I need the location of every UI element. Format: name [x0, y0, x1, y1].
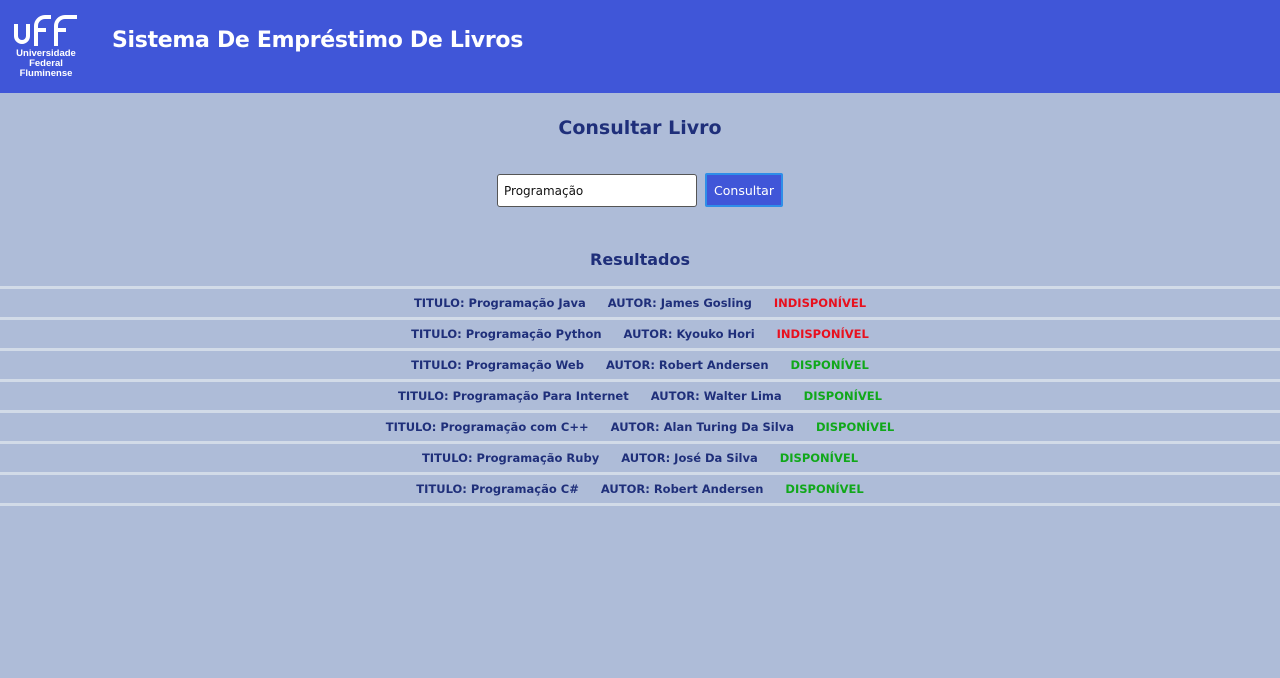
- result-row: TITULO: Programação Java AUTOR: James Gos…: [0, 286, 1280, 317]
- result-title: TITULO: Programação Python: [411, 327, 602, 341]
- result-row: TITULO: Programação Para Internet AUTOR: …: [0, 379, 1280, 410]
- logo-line-fluminense: Fluminense: [19, 68, 73, 79]
- result-author: AUTOR: James Gosling: [607, 296, 752, 310]
- result-row: TITULO: Programação Ruby AUTOR: José Da S…: [0, 441, 1280, 472]
- result-row: TITULO: Programação Python AUTOR: Kyouko …: [0, 317, 1280, 348]
- results-title: Resultados: [590, 250, 690, 269]
- app-title: Sistema De Empréstimo De Livros: [112, 28, 524, 53]
- result-title: TITULO: Programação Java: [413, 296, 586, 310]
- result-title: TITULO: Programação C#: [416, 482, 579, 496]
- result-title: TITULO: Programação Para Internet: [398, 389, 629, 403]
- result-title: TITULO: Programação com C++: [385, 420, 589, 434]
- search-button[interactable]: Consultar: [705, 173, 783, 207]
- availability-status: DISPONÍVEL: [803, 389, 882, 403]
- result-row: TITULO: Programação com C++ AUTOR: Alan T…: [0, 410, 1280, 441]
- availability-status: DISPONÍVEL: [815, 420, 895, 434]
- availability-status: DISPONÍVEL: [779, 451, 859, 465]
- uff-logo-text: Universidade Federal Fluminense: [12, 49, 80, 79]
- result-author: AUTOR: Robert Andersen: [605, 358, 769, 372]
- result-author: AUTOR: Alan Turing Da Silva: [610, 420, 794, 434]
- results-list: TITULO: Programação Java AUTOR: James Gos…: [0, 286, 1280, 506]
- result-row: TITULO: Programação Web AUTOR: Robert And…: [0, 348, 1280, 379]
- result-author: AUTOR: Robert Andersen: [600, 482, 764, 496]
- uff-logo: Universidade Federal Fluminense: [12, 12, 80, 82]
- result-author: AUTOR: Walter Lima: [650, 389, 782, 403]
- result-title: TITULO: Programação Web: [411, 358, 584, 372]
- availability-status: INDISPONÍVEL: [776, 327, 869, 341]
- availability-status: DISPONÍVEL: [790, 358, 869, 372]
- availability-status: DISPONÍVEL: [785, 482, 864, 496]
- page-title: Consultar Livro: [558, 117, 722, 139]
- availability-status: INDISPONÍVEL: [773, 296, 867, 310]
- search-input[interactable]: [497, 174, 697, 207]
- app-header: Universidade Federal Fluminense Sistema …: [0, 0, 1280, 93]
- result-title: TITULO: Programação Ruby: [421, 451, 600, 465]
- uff-logo-icon: [14, 15, 77, 46]
- result-author: AUTOR: José Da Silva: [621, 451, 758, 465]
- result-row: TITULO: Programação C# AUTOR: Robert Ande…: [0, 472, 1280, 506]
- result-author: AUTOR: Kyouko Hori: [623, 327, 755, 341]
